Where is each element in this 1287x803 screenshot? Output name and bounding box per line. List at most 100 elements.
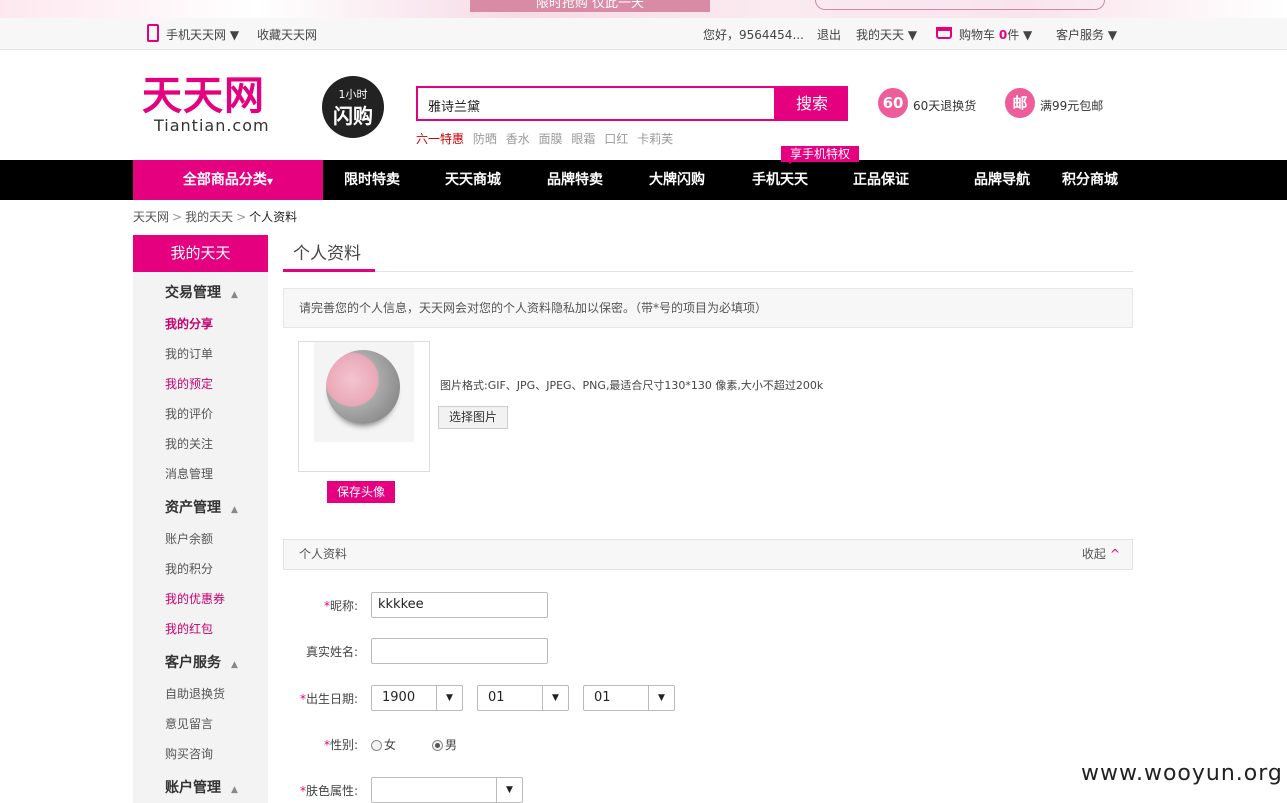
sidebar-group-trade[interactable]: 交易管理 ▲	[165, 282, 238, 302]
top-bar: 手机天天网 ▼ 收藏天天网 您好，9564454... 退出 我的天天 ▼ 购物…	[0, 18, 1287, 50]
sidebar-item[interactable]: 账户余额	[165, 530, 213, 547]
all-categories-button[interactable]: 全部商品分类▼	[133, 160, 323, 200]
header: 天天网 Tiantian.com 1小时 闪购 雅诗兰黛 搜索 六一特惠 防晒 …	[0, 50, 1287, 160]
profile-section-header: 个人资料 收起 ^	[283, 539, 1133, 570]
cart-count: 0	[998, 28, 1008, 42]
breadcrumb-current: 个人资料	[249, 210, 298, 224]
nav-item[interactable]: 品牌导航	[974, 160, 1030, 200]
sidebar-item[interactable]: 消息管理	[165, 465, 213, 482]
sidebar: 我的天天 交易管理 ▲ 我的分享 我的订单 我的预定 我的评价 我的关注 消息管理…	[133, 235, 268, 803]
skin-label: *肤色属性:	[299, 784, 358, 798]
sidebar-item[interactable]: 我的订单	[165, 345, 213, 362]
hotword[interactable]: 防晒	[473, 132, 497, 146]
breadcrumb: 天天网 > 我的天天 > 个人资料	[133, 208, 297, 225]
title-divider	[283, 271, 1133, 272]
caret-down-icon: ▼	[542, 686, 568, 710]
collapse-button[interactable]: 收起 ^	[1082, 540, 1120, 569]
caret-down-icon: ▼	[266, 177, 274, 186]
birth-month-select[interactable]: 01 ▼	[477, 685, 569, 711]
sidebar-item[interactable]: 我的关注	[165, 435, 213, 452]
gender-male-radio[interactable]: 男	[432, 736, 457, 753]
sidebar-group-assets[interactable]: 资产管理 ▲	[165, 497, 238, 517]
search-input[interactable]: 雅诗兰黛	[416, 86, 776, 121]
sidebar-item[interactable]: 我的红包	[165, 620, 213, 637]
sidebar-item[interactable]: 我的评价	[165, 405, 213, 422]
chevron-right-icon: >	[236, 210, 247, 224]
watermark: www.wooyun.org	[1081, 761, 1283, 786]
gender-female-radio[interactable]: 女	[371, 736, 396, 753]
favorite-link[interactable]: 收藏天天网	[257, 26, 317, 43]
chevron-right-icon: >	[172, 210, 183, 224]
mobile-link[interactable]: 手机天天网 ▼	[166, 26, 239, 43]
sidebar-group-service[interactable]: 客户服务 ▲	[165, 652, 238, 672]
hot-keywords: 六一特惠 防晒 香水 面膜 眼霜 口红 卡莉芙	[416, 130, 678, 147]
choose-image-button[interactable]: 选择图片	[438, 406, 508, 429]
breadcrumb-link[interactable]: 我的天天	[185, 210, 233, 224]
skin-select[interactable]: ▼	[371, 777, 523, 803]
nav-item[interactable]: 限时特卖	[344, 160, 400, 200]
greeting-text: 您好，9564454...	[703, 28, 804, 42]
chevron-up-icon: ▲	[231, 660, 238, 670]
chevron-down-icon: ▼	[1107, 28, 1118, 42]
radio-icon	[371, 740, 382, 751]
sidebar-head[interactable]: 我的天天	[133, 235, 268, 272]
realname-input[interactable]	[371, 638, 548, 664]
nav-item[interactable]: 大牌闪购	[649, 160, 705, 200]
cart-link[interactable]: 购物车 0件 ▼	[959, 26, 1032, 43]
info-notice: 请完善您的个人信息，天天网会对您的个人资料隐私加以保密。（带*号的项目为必填项）	[283, 288, 1133, 328]
sidebar-item[interactable]: 意见留言	[165, 715, 213, 732]
nav-item[interactable]: 品牌特卖	[547, 160, 603, 200]
hotword[interactable]: 卡莉芙	[637, 132, 673, 146]
nav-item[interactable]: 手机天天	[752, 160, 808, 200]
hotword[interactable]: 香水	[506, 132, 530, 146]
chevron-down-icon: ▼	[1023, 28, 1033, 42]
chevron-up-icon: ▲	[231, 290, 238, 300]
logout-link[interactable]: 退出	[817, 26, 841, 43]
chevron-down-icon: ▼	[229, 28, 240, 42]
free-shipping-icon: 邮	[1005, 88, 1035, 118]
birth-year-select[interactable]: 1900 ▼	[371, 685, 463, 711]
chevron-up-icon: ▲	[231, 505, 238, 515]
my-tiantian-link[interactable]: 我的天天 ▼	[856, 26, 917, 43]
site-logo[interactable]: 天天网	[142, 74, 265, 118]
phone-icon	[147, 24, 159, 42]
nav-item[interactable]: 积分商城	[1062, 160, 1118, 200]
nav-item[interactable]: 天天商城	[445, 160, 501, 200]
save-avatar-button[interactable]: 保存头像	[327, 481, 395, 503]
realname-label: 真实姓名:	[305, 645, 358, 659]
breadcrumb-link[interactable]: 天天网	[133, 210, 169, 224]
sidebar-group-account[interactable]: 账户管理 ▲	[165, 777, 238, 797]
sidebar-item[interactable]: 我的预定	[165, 375, 213, 392]
free-shipping-text: 满99元包邮	[1040, 99, 1104, 113]
page-title: 个人资料	[293, 244, 361, 264]
hotword[interactable]: 眼霜	[571, 132, 595, 146]
sidebar-item[interactable]: 自助退换货	[165, 685, 225, 702]
gender-label: *性别:	[323, 738, 358, 752]
hotword[interactable]: 六一特惠	[416, 132, 464, 146]
caret-down-icon: ▼	[436, 686, 462, 710]
title-underline	[283, 269, 375, 272]
radio-checked-icon	[432, 740, 443, 751]
hotword[interactable]: 口红	[604, 132, 628, 146]
return-60-text: 60天退换货	[913, 99, 977, 113]
banner-text: 限时抢购 仅此一天	[470, 0, 710, 12]
return-60-icon: 60	[878, 88, 908, 118]
service-link[interactable]: 客户服务 ▼	[1056, 26, 1117, 43]
site-logo-sub: Tiantian.com	[154, 116, 270, 135]
hotword[interactable]: 面膜	[539, 132, 563, 146]
chevron-down-icon: ▼	[907, 28, 918, 42]
sidebar-item[interactable]: 我的分享	[165, 315, 213, 332]
search-button[interactable]: 搜索	[776, 86, 848, 121]
birth-day-select[interactable]: 01 ▼	[583, 685, 675, 711]
nav-item[interactable]: 正品保证	[853, 160, 909, 200]
section-title: 个人资料	[299, 547, 348, 561]
sidebar-item[interactable]: 购买咨询	[165, 745, 213, 762]
sidebar-item[interactable]: 我的优惠券	[165, 590, 225, 607]
nickname-input[interactable]: kkkkee	[371, 592, 548, 618]
caret-down-icon: ▼	[496, 778, 522, 802]
sidebar-item[interactable]: 我的积分	[165, 560, 213, 577]
top-banner[interactable]: 限时抢购 仅此一天	[0, 0, 1287, 18]
caret-down-icon: ▼	[648, 686, 674, 710]
flash-sale-badge[interactable]: 1小时 闪购	[322, 76, 384, 138]
avatar-face-icon	[326, 350, 400, 424]
